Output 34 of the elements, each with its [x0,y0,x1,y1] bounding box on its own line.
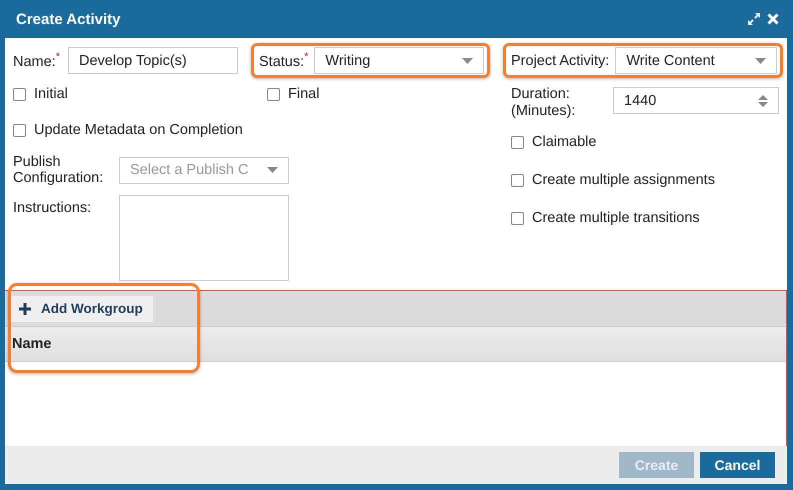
checkbox[interactable] [511,212,524,224]
field-label: Instructions: [13,200,92,216]
window-title: Create Activity [16,10,122,28]
checkbox-label: Final [288,86,320,102]
field-label: Name:$^{*}$ [13,51,60,70]
checkbox[interactable] [511,174,524,186]
caret-icon [462,58,474,64]
checkbox-label: Initial [34,86,68,102]
close-icon[interactable] [767,13,779,25]
checkbox[interactable] [13,124,26,136]
name-field[interactable]: Develop Topic(s) [68,47,238,74]
checkbox-label: Create multiple transitions [532,210,700,226]
checkbox[interactable] [511,136,524,148]
add-workgroup-button[interactable]: Add Workgroup [9,296,153,322]
status-dropdown[interactable]: Writing [314,47,484,74]
cancel-button[interactable]: Cancel [700,452,775,478]
instructions-field[interactable] [119,195,289,281]
checkbox-label: Create multiple assignments [532,172,715,188]
spinner-icon[interactable] [758,94,768,108]
plus-icon [19,302,31,314]
duration-field[interactable]: 1440 [613,87,779,114]
project-activity-dropdown[interactable]: Write Content [615,47,777,74]
field-label: Publish Configuration: [13,154,104,186]
checkbox-label: Update Metadata on Completion [34,122,243,138]
checkbox-label: Claimable [532,134,596,150]
field-label: Status:$^{*}$ [259,51,308,70]
caret-icon [267,167,278,173]
field-label: Project Activity: [511,52,610,68]
column-header[interactable]: Name [12,336,52,352]
caret-icon [755,58,766,64]
expand-icon[interactable] [747,12,761,26]
checkbox[interactable] [267,88,280,100]
checkbox[interactable] [13,88,26,100]
field-label: Duration: (Minutes): [511,86,576,120]
